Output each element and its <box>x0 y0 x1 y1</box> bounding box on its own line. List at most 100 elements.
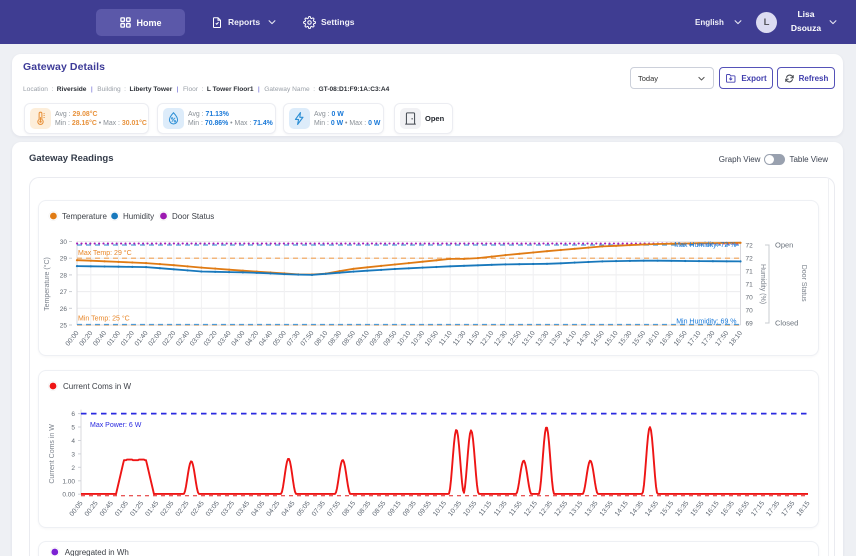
svg-text:11:15: 11:15 <box>478 500 494 517</box>
svg-text:Door Status: Door Status <box>800 265 807 302</box>
svg-text:11:55: 11:55 <box>508 500 524 517</box>
svg-text:05:00: 05:00 <box>272 330 288 348</box>
svg-text:03:25: 03:25 <box>220 500 236 518</box>
svg-text:16:30: 16:30 <box>659 330 675 348</box>
svg-text:08:15: 08:15 <box>341 500 357 518</box>
svg-text:11:35: 11:35 <box>493 500 509 517</box>
svg-text:11:50: 11:50 <box>466 330 482 347</box>
svg-text:Max Temp: 29 °C: Max Temp: 29 °C <box>78 249 132 257</box>
svg-text:18:10: 18:10 <box>728 330 744 348</box>
svg-text:14:10: 14:10 <box>562 330 578 348</box>
svg-text:16:55: 16:55 <box>735 500 751 518</box>
svg-text:4: 4 <box>71 438 75 445</box>
svg-text:13:50: 13:50 <box>548 330 564 348</box>
svg-text:27: 27 <box>60 289 68 296</box>
svg-text:09:10: 09:10 <box>355 330 371 348</box>
svg-text:17:50: 17:50 <box>714 330 730 348</box>
svg-text:70: 70 <box>746 295 754 302</box>
svg-text:10:55: 10:55 <box>462 500 478 518</box>
svg-text:08:30: 08:30 <box>327 330 343 348</box>
svg-text:69: 69 <box>746 321 754 328</box>
svg-text:01:40: 01:40 <box>134 330 150 348</box>
svg-text:00:20: 00:20 <box>78 330 94 348</box>
svg-text:18:15: 18:15 <box>796 500 812 518</box>
svg-text:04:25: 04:25 <box>265 500 281 518</box>
svg-text:14:30: 14:30 <box>576 330 592 348</box>
svg-text:10:35: 10:35 <box>447 500 463 518</box>
svg-text:03:45: 03:45 <box>235 500 251 518</box>
svg-text:17:30: 17:30 <box>700 330 716 348</box>
svg-text:03:00: 03:00 <box>189 330 205 348</box>
svg-text:5: 5 <box>71 425 75 432</box>
svg-text:12:55: 12:55 <box>553 500 569 518</box>
svg-text:14:55: 14:55 <box>644 500 660 518</box>
svg-text:72: 72 <box>746 243 754 250</box>
svg-text:05:05: 05:05 <box>296 500 312 518</box>
svg-text:72: 72 <box>746 256 754 263</box>
svg-text:Temperature (°C): Temperature (°C) <box>43 257 51 311</box>
svg-text:07:30: 07:30 <box>286 330 302 348</box>
svg-text:07:55: 07:55 <box>326 500 342 518</box>
svg-text:14:35: 14:35 <box>629 500 645 518</box>
svg-text:2: 2 <box>71 465 75 472</box>
svg-text:00:25: 00:25 <box>84 500 100 518</box>
svg-text:02:00: 02:00 <box>147 330 163 348</box>
svg-text:02:05: 02:05 <box>159 500 175 518</box>
svg-text:Open: Open <box>775 241 793 250</box>
svg-text:03:05: 03:05 <box>205 500 221 518</box>
svg-text:Aggregated in Wh: Aggregated in Wh <box>65 548 129 556</box>
svg-text:Closed: Closed <box>775 319 798 328</box>
svg-text:15:35: 15:35 <box>674 500 690 518</box>
svg-text:09:15: 09:15 <box>387 500 403 518</box>
svg-text:0.00: 0.00 <box>62 492 75 499</box>
svg-text:09:50: 09:50 <box>382 330 398 348</box>
svg-text:6: 6 <box>71 411 75 418</box>
svg-text:30: 30 <box>60 239 68 246</box>
svg-text:16:10: 16:10 <box>645 330 661 348</box>
svg-text:17:10: 17:10 <box>687 330 703 348</box>
svg-text:16:50: 16:50 <box>673 330 689 348</box>
svg-text:10:50: 10:50 <box>424 330 440 348</box>
svg-text:00:45: 00:45 <box>99 500 115 518</box>
svg-text:04:00: 04:00 <box>230 330 246 348</box>
svg-text:15:30: 15:30 <box>617 330 633 348</box>
svg-text:71: 71 <box>746 269 754 276</box>
svg-text:Min Temp: 25 °C: Min Temp: 25 °C <box>78 315 130 323</box>
svg-text:10:15: 10:15 <box>432 500 448 518</box>
svg-text:Max Humidity: 72 %: Max Humidity: 72 % <box>674 242 736 249</box>
svg-text:13:15: 13:15 <box>568 500 584 518</box>
svg-text:04:20: 04:20 <box>244 330 260 348</box>
svg-text:04:05: 04:05 <box>250 500 266 518</box>
svg-text:13:30: 13:30 <box>535 330 551 348</box>
svg-text:Min Humidity: 69 %: Min Humidity: 69 % <box>676 319 736 326</box>
svg-text:10:10: 10:10 <box>396 330 412 348</box>
svg-text:08:10: 08:10 <box>313 330 329 348</box>
svg-text:Humidity: Humidity <box>123 212 154 221</box>
svg-text:07:35: 07:35 <box>311 500 327 518</box>
svg-text:3: 3 <box>71 451 75 458</box>
svg-text:25: 25 <box>60 323 68 330</box>
svg-text:16:35: 16:35 <box>720 500 736 518</box>
svg-text:12:15: 12:15 <box>523 500 539 518</box>
svg-text:17:35: 17:35 <box>765 500 781 518</box>
svg-text:16:15: 16:15 <box>705 500 721 518</box>
svg-text:07:50: 07:50 <box>300 330 316 348</box>
svg-text:11:30: 11:30 <box>452 330 468 347</box>
svg-text:01:05: 01:05 <box>114 500 130 518</box>
svg-text:00:05: 00:05 <box>69 500 85 518</box>
svg-text:01:45: 01:45 <box>144 500 160 518</box>
svg-text:11:10: 11:10 <box>438 330 454 347</box>
svg-text:09:30: 09:30 <box>369 330 385 348</box>
svg-text:Current Coms in W: Current Coms in W <box>49 424 56 484</box>
svg-text:09:55: 09:55 <box>417 500 433 518</box>
svg-text:12:35: 12:35 <box>538 500 554 518</box>
svg-text:09:35: 09:35 <box>402 500 418 518</box>
svg-text:Max Power: 6 W: Max Power: 6 W <box>90 422 142 429</box>
svg-text:12:50: 12:50 <box>507 330 523 348</box>
svg-text:00:40: 00:40 <box>92 330 108 348</box>
svg-text:01:20: 01:20 <box>120 330 136 348</box>
svg-text:02:45: 02:45 <box>190 500 206 518</box>
svg-text:03:40: 03:40 <box>217 330 233 348</box>
svg-text:08:35: 08:35 <box>356 500 372 518</box>
svg-text:15:55: 15:55 <box>690 500 706 518</box>
